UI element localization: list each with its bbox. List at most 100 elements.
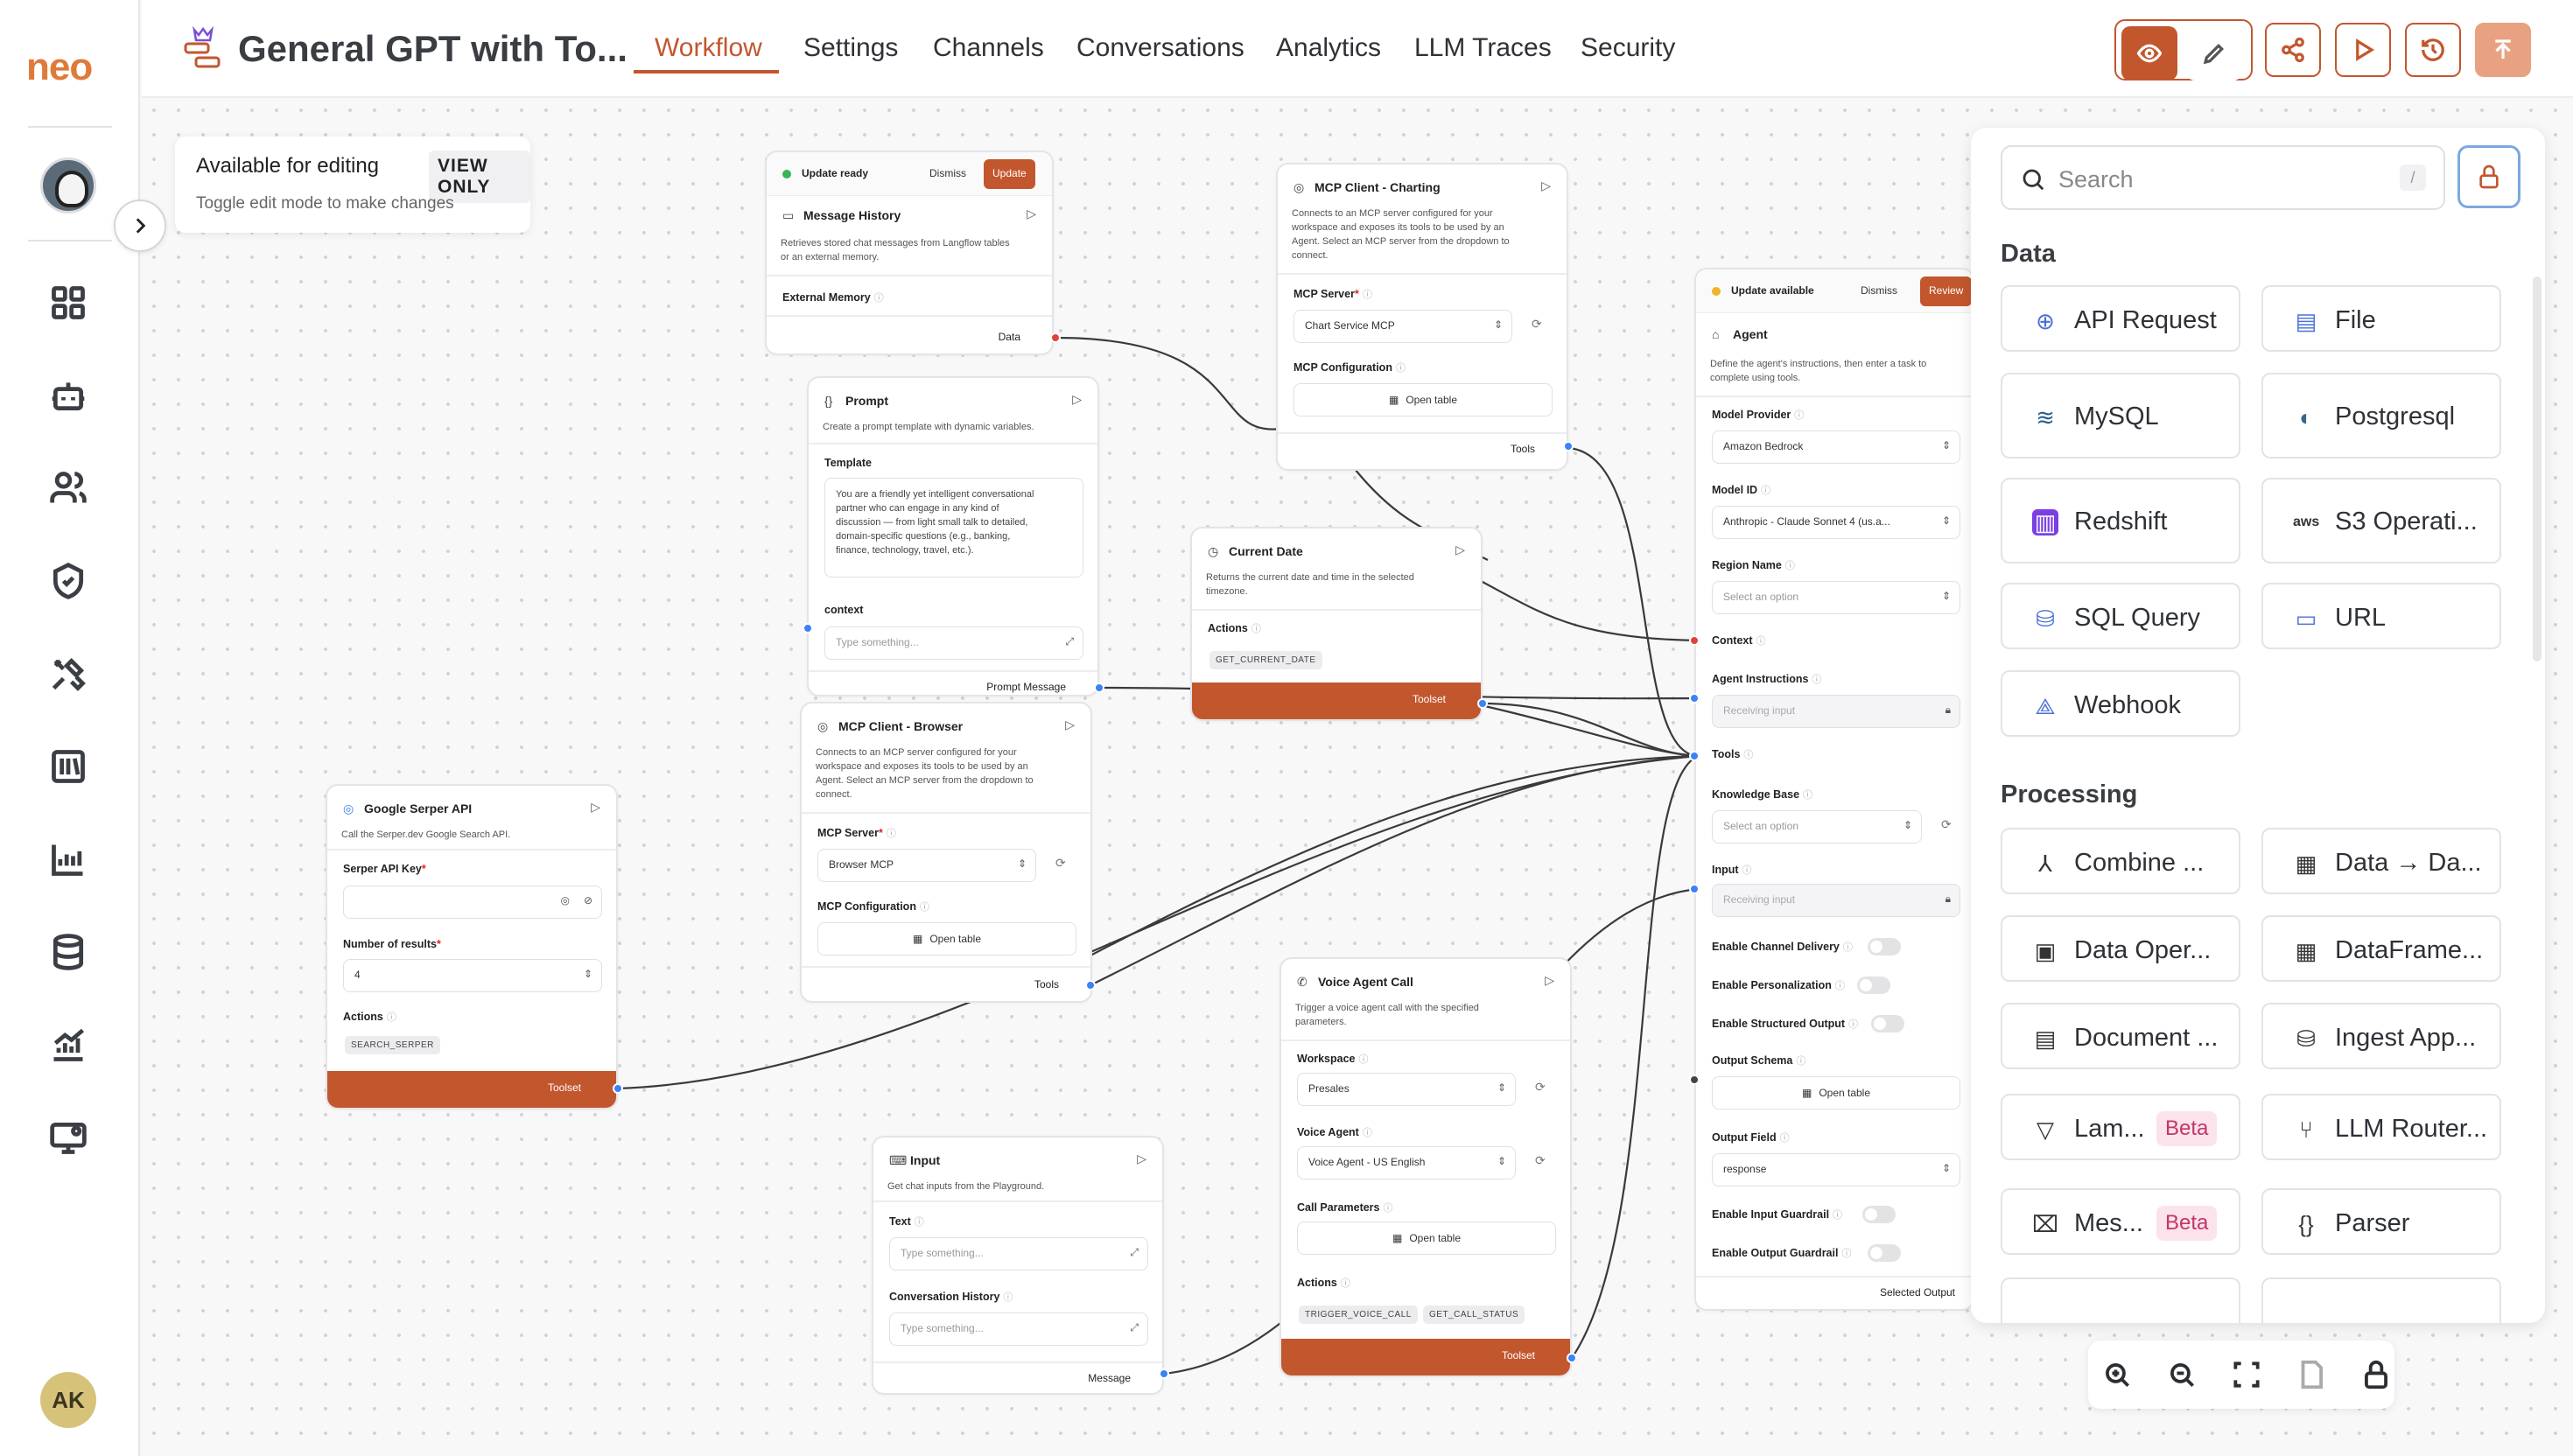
page-icon[interactable] (2295, 1358, 2328, 1391)
component-webhook[interactable]: ⟁ Webhook (2001, 670, 2240, 737)
chart-icon[interactable] (49, 1026, 88, 1064)
component-dataframe[interactable]: ▦ DataFrame... (2261, 915, 2501, 982)
user-avatar[interactable]: AK (40, 1372, 96, 1428)
database-icon[interactable] (49, 933, 88, 971)
tab-llm-traces[interactable]: LLM Traces (1414, 33, 1552, 63)
edit-mode-button[interactable] (2186, 26, 2242, 80)
channel-delivery-toggle[interactable] (1868, 938, 1901, 956)
refresh-icon[interactable]: ⟳ (1941, 817, 1952, 832)
dashboard-icon[interactable] (49, 284, 88, 322)
component-redshift[interactable]: ▥ Redshift (2001, 478, 2240, 564)
run-node-icon[interactable]: ▷ (1065, 718, 1075, 732)
workspace-select[interactable]: Presales ⇕ (1297, 1073, 1516, 1106)
component-s3[interactable]: aws S3 Operati... (2261, 478, 2501, 564)
component-message[interactable]: ⌧ Mes... Beta (2001, 1188, 2240, 1255)
publish-button[interactable] (2475, 23, 2531, 77)
library-icon[interactable] (49, 747, 88, 786)
node-prompt[interactable]: {} Prompt ▷ Create a prompt template with… (807, 376, 1099, 696)
structured-output-toggle[interactable] (1871, 1015, 1904, 1032)
output-port[interactable] (1477, 698, 1488, 709)
open-table-button[interactable]: ▦ Open table (1297, 1222, 1556, 1255)
bot-icon[interactable] (49, 376, 88, 415)
node-google-serper[interactable]: ◎ Google Serper API ▷ Call the Serper.dev… (326, 784, 618, 1110)
run-node-icon[interactable]: ▷ (1541, 178, 1551, 193)
run-node-icon[interactable]: ▷ (1072, 392, 1082, 407)
refresh-icon[interactable]: ⟳ (1532, 317, 1542, 332)
view-mode-button[interactable] (2121, 26, 2177, 80)
personalization-toggle[interactable] (1857, 976, 1890, 994)
results-stepper[interactable]: 4 ⇕ (343, 959, 602, 992)
component-llm-router[interactable]: ⑂ LLM Router... (2261, 1094, 2501, 1160)
context-input-port[interactable] (1689, 635, 1700, 646)
refresh-icon[interactable]: ⟳ (1535, 1153, 1546, 1168)
component-data-to-dataframe[interactable]: ▦ Data → Da... (2261, 828, 2501, 894)
run-node-icon[interactable]: ▷ (591, 800, 600, 815)
shield-icon[interactable] (49, 562, 88, 600)
component-mysql[interactable]: ≋ MySQL (2001, 373, 2240, 458)
dismiss-button[interactable]: Dismiss (1861, 284, 1897, 297)
update-button[interactable]: Update (984, 159, 1035, 189)
model-id-select[interactable]: Anthropic - Claude Sonnet 4 (us.a... ⇕ (1712, 506, 1960, 539)
expand-sidebar-button[interactable] (114, 200, 166, 252)
input-port[interactable] (803, 623, 813, 634)
component-combine[interactable]: ⅄ Combine ... (2001, 828, 2240, 894)
node-mcp-charting[interactable]: ◎ MCP Client - Charting ▷ Connects to an … (1276, 163, 1568, 471)
refresh-icon[interactable]: ⟳ (1535, 1080, 1546, 1095)
output-port[interactable] (1563, 441, 1574, 452)
panel-scrollbar[interactable] (2533, 276, 2541, 662)
mcp-server-select[interactable]: Browser MCP ⇕ (817, 849, 1036, 882)
refresh-icon[interactable]: ⟳ (1055, 856, 1066, 871)
node-current-date[interactable]: ◷ Current Date ▷ Returns the current date… (1190, 527, 1483, 721)
component-lambda[interactable]: ▽ Lam... Beta (2001, 1094, 2240, 1160)
run-button[interactable] (2335, 23, 2391, 77)
component-ingest-app[interactable]: ⛁ Ingest App... (2261, 1003, 2501, 1069)
users-icon[interactable] (49, 469, 88, 508)
organization-avatar[interactable] (40, 158, 96, 214)
search-input[interactable]: Search / (2001, 145, 2445, 210)
history-button[interactable] (2405, 23, 2461, 77)
tools-icon[interactable] (49, 654, 88, 693)
output-port[interactable] (1085, 980, 1096, 990)
output-port[interactable] (1159, 1368, 1169, 1379)
run-node-icon[interactable]: ▷ (1455, 542, 1465, 557)
voice-agent-select[interactable]: Voice Agent - US English ⇕ (1297, 1146, 1516, 1180)
share-button[interactable] (2265, 23, 2321, 77)
output-port[interactable] (1050, 332, 1061, 343)
zoom-in-icon[interactable] (2100, 1358, 2134, 1391)
component-partial[interactable] (2261, 1278, 2501, 1323)
context-input[interactable]: Type something... ⤢ (824, 626, 1083, 660)
component-document[interactable]: ▤ Document ... (2001, 1003, 2240, 1069)
lock-panel-button[interactable] (2457, 145, 2520, 208)
node-input[interactable]: ⌨ Input ▷ Get chat inputs from the Playgr… (872, 1136, 1164, 1395)
output-port[interactable] (1567, 1353, 1577, 1363)
component-parser[interactable]: {} Parser (2261, 1188, 2501, 1255)
tab-channels[interactable]: Channels (933, 33, 1044, 63)
api-key-input[interactable]: ◎ ⊘ (343, 886, 602, 919)
tab-analytics[interactable]: Analytics (1276, 33, 1381, 63)
knowledge-base-select[interactable]: Select an option ⇕ (1712, 810, 1922, 844)
component-file[interactable]: ▤ File (2261, 285, 2501, 352)
lock-icon[interactable] (2359, 1358, 2393, 1391)
tab-settings[interactable]: Settings (803, 33, 898, 63)
model-provider-select[interactable]: Amazon Bedrock ⇕ (1712, 430, 1960, 464)
input-port[interactable] (1689, 884, 1700, 894)
schema-input-port[interactable] (1689, 1074, 1700, 1085)
tools-input-port[interactable] (1689, 751, 1700, 761)
input-guardrail-toggle[interactable] (1862, 1206, 1896, 1223)
run-node-icon[interactable]: ▷ (1545, 973, 1554, 988)
output-guardrail-toggle[interactable] (1868, 1244, 1901, 1262)
dismiss-button[interactable]: Dismiss (929, 167, 966, 179)
monitor-settings-icon[interactable] (49, 1118, 88, 1157)
output-port[interactable] (613, 1083, 623, 1094)
review-button[interactable]: Review (1920, 276, 1973, 306)
output-port[interactable] (1094, 682, 1104, 693)
component-postgresql[interactable]: ◐ Postgresql (2261, 373, 2501, 458)
tab-security[interactable]: Security (1581, 33, 1675, 63)
node-voice-agent-call[interactable]: ✆ Voice Agent Call ▷ Trigger a voice agen… (1279, 957, 1572, 1377)
tab-conversations[interactable]: Conversations (1076, 33, 1244, 63)
component-partial[interactable] (2001, 1278, 2240, 1323)
run-node-icon[interactable]: ▷ (1137, 1152, 1146, 1166)
node-agent[interactable]: Update available Dismiss Review ⌂ Agent D… (1694, 268, 1974, 1311)
open-table-button[interactable]: ▦ Open table (1294, 383, 1553, 416)
zoom-out-icon[interactable] (2165, 1358, 2198, 1391)
